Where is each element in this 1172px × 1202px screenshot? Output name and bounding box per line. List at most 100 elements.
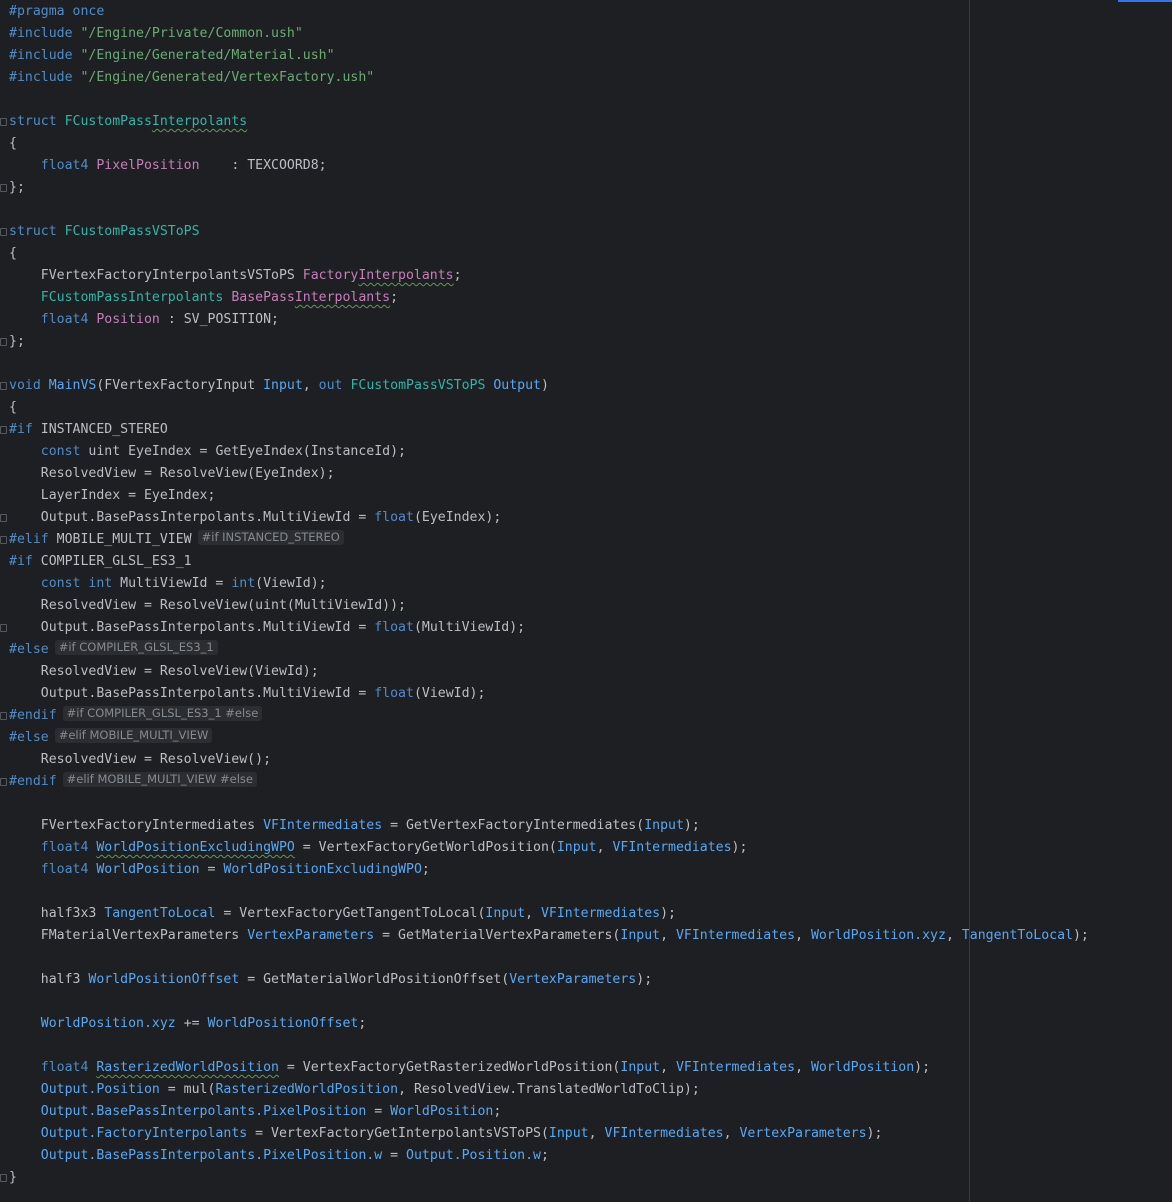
code-token: Interpolants [358, 268, 454, 283]
code-line[interactable]: FCustomPassInterpolants BasePassInterpol… [9, 287, 1089, 309]
code-token: Interpolants [151, 114, 248, 129]
code-line[interactable]: WorldPosition.xyz += WorldPositionOffset… [9, 1013, 1089, 1035]
code-line[interactable]: Output.BasePassInterpolants.MultiViewId … [9, 507, 1089, 529]
code-line[interactable]: struct FCustomPassVSToPS [9, 221, 1089, 243]
code-token: , [660, 928, 676, 943]
code-token: = VertexFactoryGetWorldPosition( [294, 840, 557, 855]
code-line[interactable]: Output.BasePassInterpolants.MultiViewId … [9, 683, 1089, 705]
fold-toggle-icon[interactable] [0, 338, 7, 346]
code-line[interactable]: float4 Position : SV_POSITION; [9, 309, 1089, 331]
code-line[interactable]: ResolvedView = ResolveView(); [9, 749, 1089, 771]
code-line[interactable] [9, 89, 1089, 111]
code-line[interactable]: half3x3 TangentToLocal = VertexFactoryGe… [9, 903, 1089, 925]
code-line[interactable]: Output.BasePassInterpolants.MultiViewId … [9, 617, 1089, 639]
code-line[interactable]: #if COMPILER_GLSL_ES3_1 [9, 551, 1089, 573]
code-line[interactable]: }; [9, 177, 1089, 199]
code-line[interactable]: #include "/Engine/Generated/Material.ush… [9, 45, 1089, 67]
code-line[interactable] [9, 991, 1089, 1013]
code-token: VertexParameters [509, 972, 637, 987]
code-token: Input [620, 1060, 661, 1075]
code-token: #endif [9, 708, 57, 723]
code-line[interactable]: Output.BasePassInterpolants.PixelPositio… [9, 1145, 1089, 1167]
code-line[interactable]: #if INSTANCED_STEREO [9, 419, 1089, 441]
code-line[interactable]: FMaterialVertexParameters VertexParamete… [9, 925, 1089, 947]
code-line[interactable]: } [9, 1167, 1089, 1189]
code-token: out [318, 378, 351, 393]
code-line[interactable] [9, 947, 1089, 969]
fold-toggle-icon[interactable] [0, 184, 7, 192]
code-line[interactable]: #pragma once [9, 1, 1089, 23]
code-line[interactable]: #else #elif MOBILE_MULTI_VIEW [9, 727, 1089, 749]
code-line[interactable]: }; [9, 331, 1089, 353]
code-line[interactable]: half3 WorldPositionOffset = GetMaterialW… [9, 969, 1089, 991]
code-line[interactable]: #include "/Engine/Private/Common.ush" [9, 23, 1089, 45]
code-token: ResolvedView = ResolveView(); [9, 752, 272, 767]
code-token: half3x3 [9, 906, 105, 921]
code-line[interactable] [9, 1035, 1089, 1057]
code-line[interactable]: #endif #if COMPILER_GLSL_ES3_1 #else [9, 705, 1089, 727]
code-line[interactable]: ResolvedView = ResolveView(uint(MultiVie… [9, 595, 1089, 617]
code-line[interactable] [9, 199, 1089, 221]
code-editor[interactable]: #pragma once #include "/Engine/Private/Co… [0, 0, 1172, 1202]
code-line[interactable] [9, 881, 1089, 903]
preprocessor-hint: #if INSTANCED_STEREO [197, 530, 344, 545]
scroll-position-indicator[interactable] [1118, 0, 1172, 2]
fold-toggle-icon[interactable] [0, 382, 7, 390]
code-line[interactable]: LayerIndex = EyeIndex; [9, 485, 1089, 507]
code-token: float4 [9, 312, 97, 327]
code-line[interactable]: #else #if COMPILER_GLSL_ES3_1 [9, 639, 1089, 661]
code-line[interactable]: void MainVS(FVertexFactoryInput Input, o… [9, 375, 1089, 397]
code-line[interactable]: { [9, 243, 1089, 265]
code-line[interactable]: Output.BasePassInterpolants.PixelPositio… [9, 1101, 1089, 1123]
code-line[interactable]: const uint EyeIndex = GetEyeIndex(Instan… [9, 441, 1089, 463]
fold-toggle-icon[interactable] [0, 778, 7, 786]
code-line[interactable]: Output.Position = mul(RasterizedWorldPos… [9, 1079, 1089, 1101]
code-line[interactable]: { [9, 397, 1089, 419]
fold-toggle-icon[interactable] [0, 514, 7, 522]
code-token: #else [9, 730, 49, 745]
code-token: }; [9, 180, 25, 195]
code-line[interactable]: float4 WorldPositionExcludingWPO = Verte… [9, 837, 1089, 859]
code-line[interactable]: float4 PixelPosition : TEXCOORD8; [9, 155, 1089, 177]
fold-toggle-icon[interactable] [0, 712, 7, 720]
code-line[interactable] [9, 793, 1089, 815]
code-token: WorldPosition [96, 862, 200, 877]
code-line[interactable]: float4 RasterizedWorldPosition = VertexF… [9, 1057, 1089, 1079]
code-line[interactable]: ResolvedView = ResolveView(ViewId); [9, 661, 1089, 683]
code-token: { [9, 400, 17, 415]
code-token: { [9, 246, 17, 261]
code-line[interactable] [9, 353, 1089, 375]
fold-toggle-icon[interactable] [0, 624, 7, 632]
code-token: float4 [9, 840, 97, 855]
code-token: RasterizedWorldPosition [215, 1082, 399, 1097]
fold-toggle-icon[interactable] [0, 1174, 7, 1182]
code-line[interactable]: const int MultiViewId = int(ViewId); [9, 573, 1089, 595]
code-token: , [795, 928, 811, 943]
code-token: const int [9, 576, 121, 591]
code-area[interactable]: #pragma once #include "/Engine/Private/Co… [9, 1, 1089, 1189]
code-line[interactable]: FVertexFactoryInterpolantsVSToPS Factory… [9, 265, 1089, 287]
code-line[interactable]: { [9, 133, 1089, 155]
code-line[interactable]: #include "/Engine/Generated/VertexFactor… [9, 67, 1089, 89]
fold-toggle-icon[interactable] [0, 536, 7, 544]
code-line[interactable]: float4 WorldPosition = WorldPositionExcl… [9, 859, 1089, 881]
code-line[interactable]: FVertexFactoryIntermediates VFIntermedia… [9, 815, 1089, 837]
code-token: Output.BasePassInterpolants.MultiViewId … [9, 620, 375, 635]
code-line[interactable]: Output.FactoryInterpolants = VertexFacto… [9, 1123, 1089, 1145]
code-token: , ResolvedView.TranslatedWorldToClip); [398, 1082, 700, 1097]
fold-toggle-icon[interactable] [0, 118, 7, 126]
code-token: = VertexFactoryGetInterpolantsVSToPS( [247, 1126, 549, 1141]
code-token: VFIntermediates [604, 1126, 724, 1141]
fold-toggle-icon[interactable] [0, 228, 7, 236]
code-line[interactable]: struct FCustomPassInterpolants [9, 111, 1089, 133]
code-token: #if [9, 554, 41, 569]
code-token: Output.BasePassInterpolants.MultiViewId … [9, 510, 375, 525]
code-token: float [374, 620, 414, 635]
code-token: ); [731, 840, 748, 855]
code-line[interactable]: #endif #elif MOBILE_MULTI_VIEW #else [9, 771, 1089, 793]
code-line[interactable]: ResolvedView = ResolveView(EyeIndex); [9, 463, 1089, 485]
code-line[interactable]: #elif MOBILE_MULTI_VIEW #if INSTANCED_STE… [9, 529, 1089, 551]
fold-toggle-icon[interactable] [0, 426, 7, 434]
code-token: MainVS [48, 378, 97, 393]
